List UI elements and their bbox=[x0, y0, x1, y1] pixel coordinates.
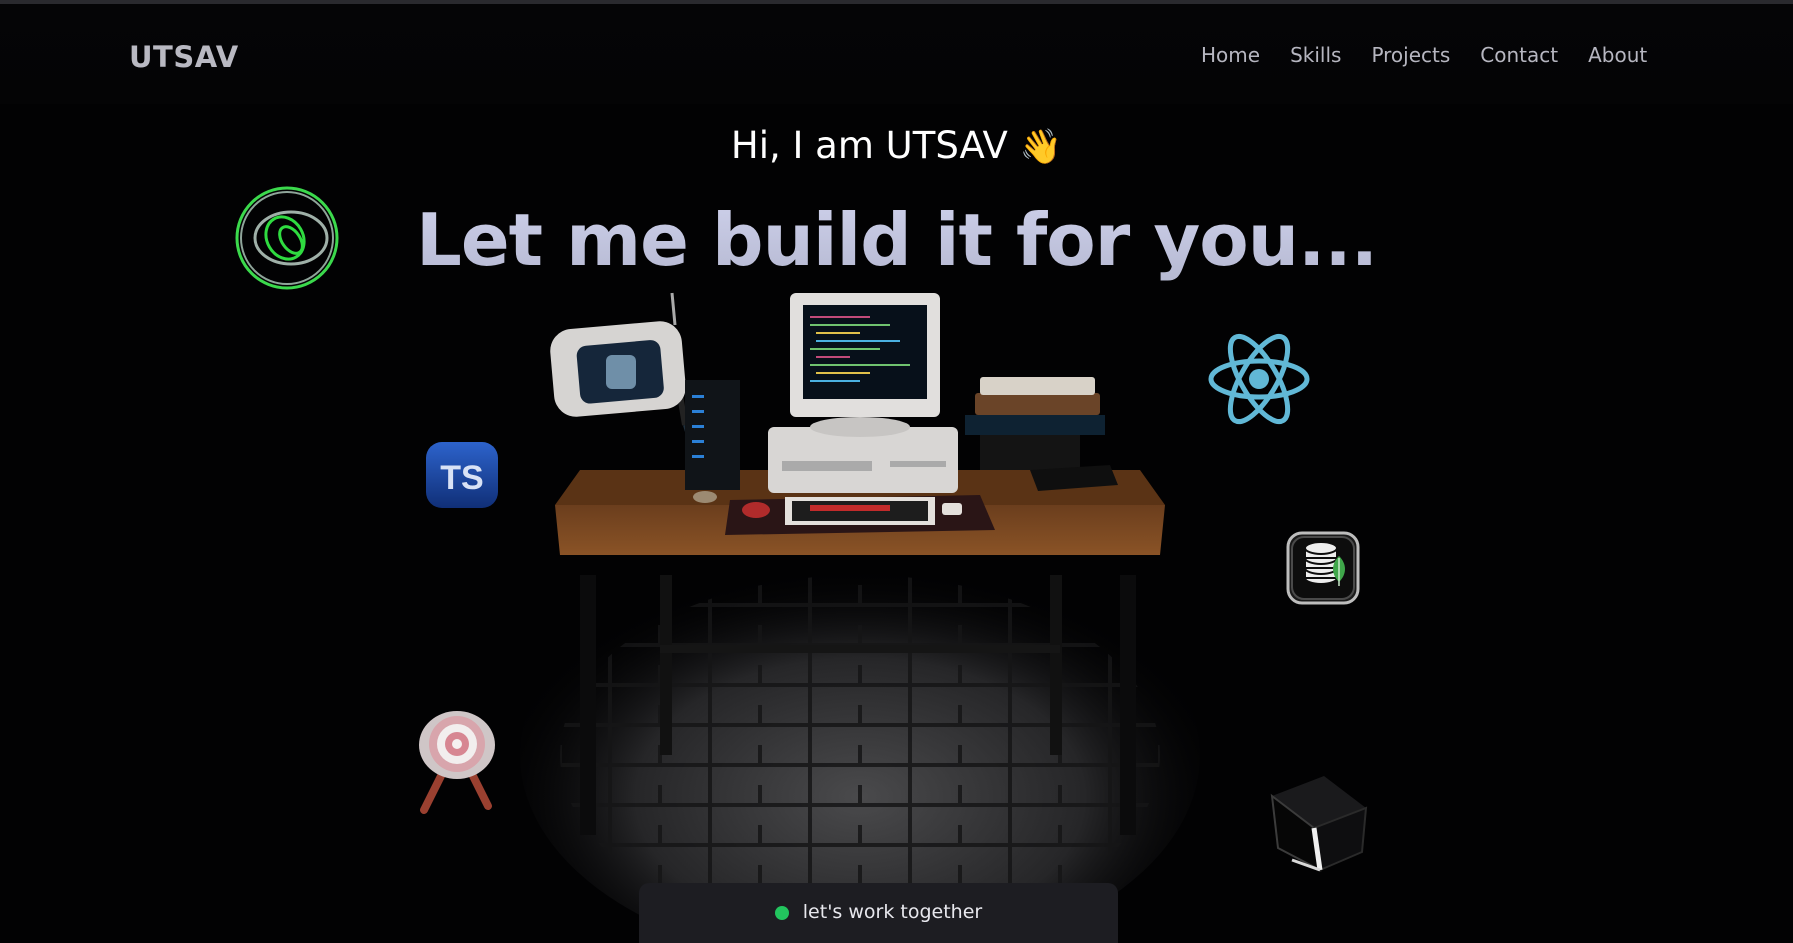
site-logo[interactable]: UTSAV bbox=[129, 40, 239, 74]
mongodb-database-icon bbox=[1286, 531, 1360, 605]
nav-links: Home Skills Projects Contact About bbox=[1201, 43, 1647, 67]
status-dot-icon bbox=[774, 906, 789, 920]
cube-icon bbox=[1270, 776, 1368, 872]
rings-logo-icon bbox=[235, 186, 339, 290]
work-together-button[interactable]: let's work together bbox=[639, 883, 1118, 943]
nav-skills[interactable]: Skills bbox=[1290, 43, 1341, 67]
wave-icon: 👋 bbox=[1019, 127, 1063, 167]
desk-scene-illustration bbox=[520, 292, 1200, 920]
nav-projects[interactable]: Projects bbox=[1371, 43, 1450, 67]
target-icon bbox=[419, 711, 495, 814]
greeting-text: Hi, I am UTSAV bbox=[730, 124, 1008, 167]
typescript-icon: TS bbox=[426, 442, 498, 508]
react-icon bbox=[1208, 333, 1310, 425]
hero-greeting: Hi, I am UTSAV 👋 bbox=[0, 124, 1793, 167]
nav-home[interactable]: Home bbox=[1201, 43, 1260, 67]
navbar: UTSAV Home Skills Projects Contact About bbox=[0, 4, 1793, 104]
nav-about[interactable]: About bbox=[1588, 43, 1647, 67]
nav-contact[interactable]: Contact bbox=[1480, 43, 1558, 67]
svg-text:TS: TS bbox=[440, 459, 483, 497]
